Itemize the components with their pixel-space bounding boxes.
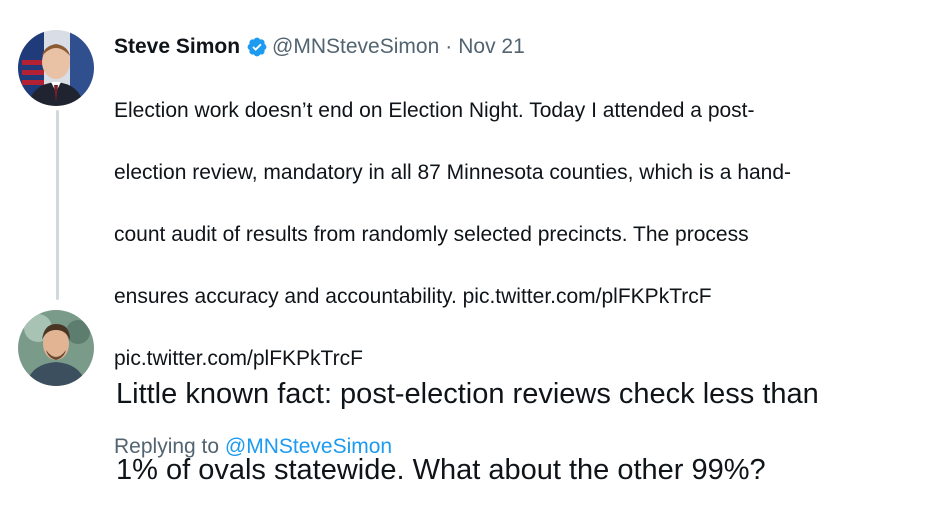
verified-badge-icon — [247, 37, 267, 57]
author-avatar[interactable] — [18, 30, 94, 106]
author-handle[interactable]: @MNSteveSimon — [272, 32, 439, 62]
thread-connector-line — [56, 110, 59, 300]
reply-tweet-body: Little known fact: post-election reviews… — [116, 337, 916, 527]
reply-author-avatar[interactable] — [18, 310, 94, 386]
tweet-body-line: ensures accuracy and accountability. pic… — [114, 285, 712, 308]
author-name[interactable]: Steve Simon — [114, 32, 240, 62]
tweet-body-line: Election work doesn’t end on Election Ni… — [114, 99, 755, 122]
tweet-date[interactable]: Nov 21 — [458, 32, 525, 62]
tweet-body-line: count audit of results from randomly sel… — [114, 223, 749, 246]
tweet-header: Steve Simon @MNSteveSimon · Nov 21 — [114, 32, 914, 62]
header-separator: · — [445, 35, 453, 58]
reply-body-line: Little known fact: post-election reviews… — [116, 378, 819, 410]
reply-body-line: 1% of ovals statewide. What about the ot… — [116, 454, 766, 486]
tweet-body-line: election review, mandatory in all 87 Min… — [114, 161, 792, 184]
